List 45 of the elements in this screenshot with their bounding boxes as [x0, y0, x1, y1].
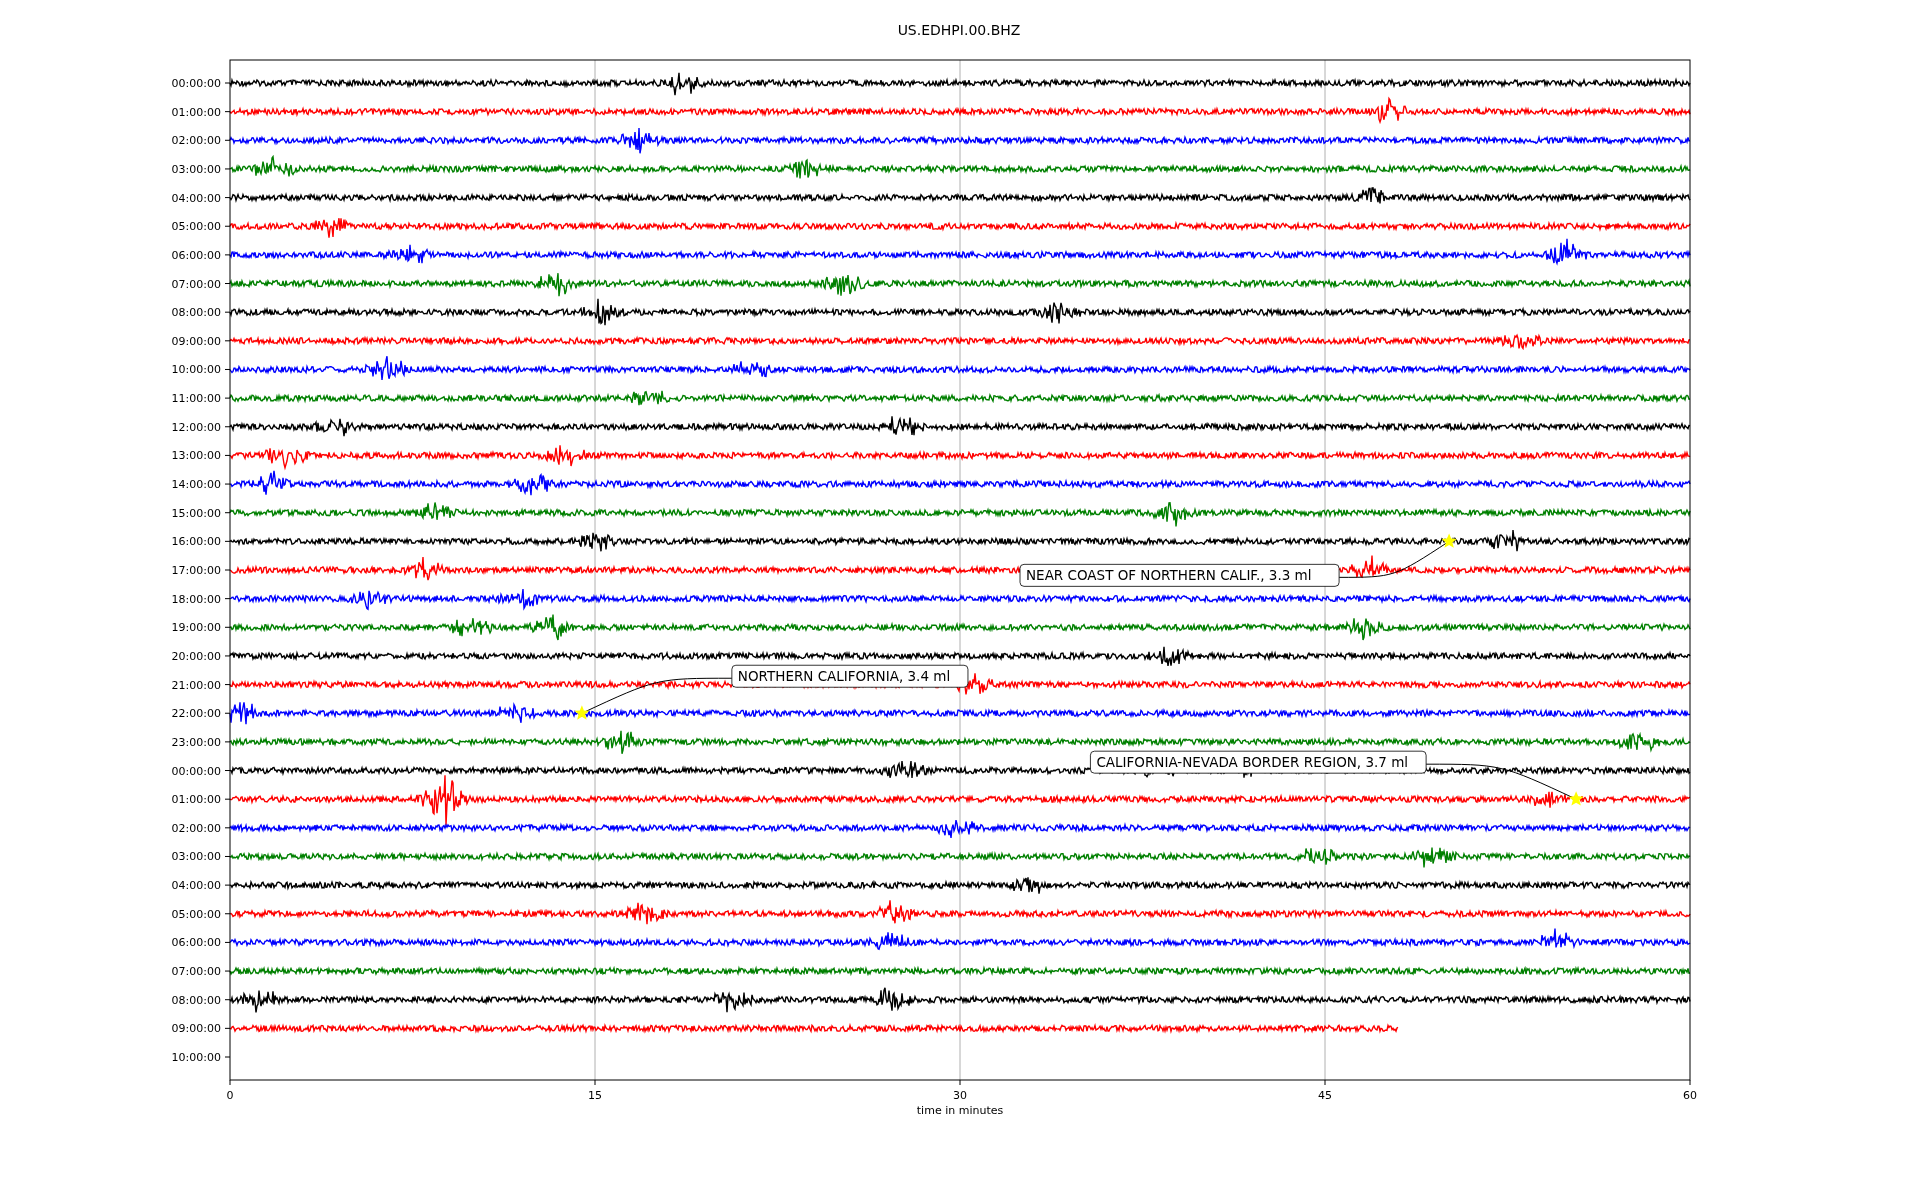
tick-label: 60 [1683, 1089, 1697, 1102]
tick-label: 15:00:00 [171, 506, 221, 520]
tick-label: 17:00:00 [171, 564, 221, 577]
tick-label: 16:00:00 [171, 535, 221, 549]
tick-label: 10:00:00 [171, 1051, 221, 1064]
tick-label: 23:00:00 [171, 735, 221, 749]
tick-label: 21:00:00 [171, 678, 221, 692]
tick-label: 03:00:00 [171, 850, 221, 864]
tick-label: 00:00:00 [171, 77, 221, 90]
tick-label: 30 [953, 1089, 967, 1102]
tick-label: 20:00:00 [171, 649, 221, 663]
tick-label: 04:00:00 [171, 191, 221, 205]
tick-label: 19:00:00 [171, 621, 221, 635]
plot-title: US.EDHPI.00.BHZ [897, 22, 1021, 38]
tick-label: 03:00:00 [171, 162, 221, 176]
tick-label: 10:00:00 [171, 363, 221, 377]
tick-label: 08:00:00 [171, 993, 221, 1007]
annotation-label: NORTHERN CALIFORNIA, 3.4 ml [731, 664, 969, 688]
tick-label: 00:00:00 [171, 764, 221, 778]
tick-label: 18:00:00 [171, 592, 221, 606]
tick-label: 07:00:00 [171, 277, 221, 291]
tick-label: 02:00:00 [171, 821, 221, 835]
tick-label: 01:00:00 [171, 793, 221, 807]
tick-label: 05:00:00 [171, 220, 221, 234]
tick-label: 01:00:00 [171, 105, 221, 119]
tick-label: 02:00:00 [171, 134, 221, 148]
tick-label: 15 [588, 1089, 602, 1102]
tick-label: 12:00:00 [171, 420, 221, 434]
annotation-label: CALIFORNIA-NEVADA BORDER REGION, 3.7 ml [1090, 750, 1427, 774]
tick-label: 05:00:00 [171, 907, 221, 921]
tick-label: 11:00:00 [171, 392, 221, 406]
tick-label: 06:00:00 [171, 248, 221, 262]
tick-label: 09:00:00 [171, 1022, 221, 1036]
tick-label: 13:00:00 [171, 449, 221, 463]
axis-label: time in minutes [916, 1104, 1004, 1117]
tick-label: 04:00:00 [171, 879, 221, 893]
tick-label: 08:00:00 [171, 306, 221, 320]
annotation-label: NEAR COAST OF NORTHERN CALIF., 3.3 ml [1019, 563, 1340, 587]
tick-label: 06:00:00 [171, 936, 221, 950]
tick-label: 45 [1318, 1089, 1332, 1102]
tick-label: 09:00:00 [171, 334, 221, 348]
tick-label: 07:00:00 [171, 965, 221, 979]
tick-label: 22:00:00 [171, 707, 221, 721]
tick-label: 14:00:00 [171, 478, 221, 492]
tick-label: 0 [226, 1089, 234, 1102]
